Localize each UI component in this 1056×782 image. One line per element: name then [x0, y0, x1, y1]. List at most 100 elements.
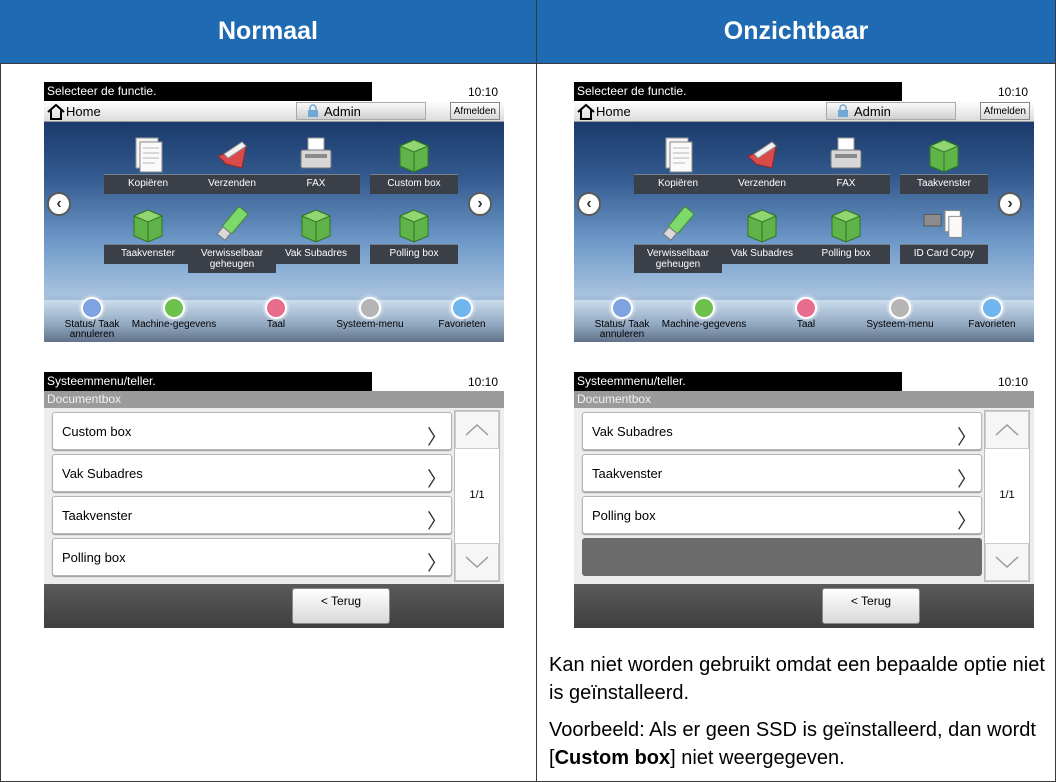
bottom-machine-gegevens-button[interactable]: Machine-gegevens: [128, 297, 220, 342]
user-name: Admin: [854, 103, 891, 119]
footer-bar: < Terug: [44, 584, 504, 628]
bottom-favorieten-button[interactable]: Favorieten: [946, 297, 1034, 342]
list-item-vak-subadres[interactable]: Vak Subadres 〉: [582, 412, 982, 450]
list-item-label: Taakvenster: [592, 465, 663, 481]
function-id-card-copy[interactable]: ID Card Copy: [900, 204, 988, 274]
verzenden-icon: [740, 134, 784, 174]
function-kopi-ren[interactable]: Kopiëren: [634, 134, 722, 204]
previous-page-button[interactable]: ‹: [577, 192, 601, 216]
chevron-right-icon: 〉: [427, 427, 447, 449]
list-item-polling-box[interactable]: Polling box 〉: [582, 496, 982, 534]
function-kopi-ren[interactable]: Kopiëren: [104, 134, 192, 204]
function-fax[interactable]: FAX: [272, 134, 360, 204]
scroll-panel: 1/1: [454, 410, 500, 582]
home-button[interactable]: Home: [576, 102, 631, 121]
function-label: Kopiëren: [634, 174, 722, 194]
language-icon: [795, 297, 817, 319]
bottom-machine-gegevens-button[interactable]: Machine-gegevens: [658, 297, 750, 342]
scroll-up-button[interactable]: [985, 411, 1029, 449]
chevron-right-icon: 〉: [957, 511, 977, 533]
bottom-status-taak-annuleren-button[interactable]: Status/ Taak annuleren: [46, 297, 138, 342]
function-taakvenster[interactable]: Taakvenster: [900, 134, 988, 204]
function-verwisselbaar-geheugen[interactable]: Verwisselbaar geheugen: [188, 204, 276, 274]
scroll-up-button[interactable]: [455, 411, 499, 449]
chevron-right-icon: 〉: [957, 427, 977, 449]
list-item-taakvenster[interactable]: Taakvenster 〉: [582, 454, 982, 492]
function-label: Vak Subadres: [718, 244, 806, 264]
chevron-right-icon: 〉: [427, 511, 447, 533]
screen-subtitle: Documentbox: [574, 391, 1034, 408]
function-taakvenster[interactable]: Taakvenster: [104, 204, 192, 274]
clock: 10:10: [997, 375, 1028, 389]
function-label: Verzenden: [718, 174, 806, 194]
function-polling-box[interactable]: Polling box: [370, 204, 458, 274]
screen-subtitle: Documentbox: [44, 391, 504, 408]
logout-button[interactable]: Afmelden: [449, 102, 500, 120]
function-label: Verzenden: [188, 174, 276, 194]
function-area: Kopiëren Verzenden FAX Taakvenster Verwissel…: [574, 122, 1034, 342]
function-verzenden[interactable]: Verzenden: [718, 134, 806, 204]
column-divider: [536, 0, 537, 782]
message-text: Selecteer de functie.: [574, 82, 902, 101]
function-fax[interactable]: FAX: [802, 134, 890, 204]
kopi-ren-icon: [656, 134, 700, 174]
bottom-label: Systeem-menu: [336, 319, 404, 330]
function-custom-box[interactable]: Custom box: [370, 134, 458, 204]
chevron-up-icon: [465, 423, 489, 436]
scroll-down-button[interactable]: [985, 543, 1029, 581]
bottom-label: Machine-gegevens: [661, 319, 747, 330]
function-polling-box[interactable]: Polling box: [802, 204, 890, 274]
home-screen-normal: Selecteer de functie. 10:10 Home Admin A…: [44, 82, 504, 342]
function-vak-subadres[interactable]: Vak Subadres: [718, 204, 806, 274]
machine-info-icon: [163, 297, 185, 319]
home-label: Home: [66, 104, 101, 119]
status-icon: [81, 297, 103, 319]
function-label: Verwisselbaar geheugen: [188, 244, 276, 273]
footer-bar: < Terug: [574, 584, 1034, 628]
function-label: Polling box: [370, 244, 458, 264]
bottom-status-taak-annuleren-button[interactable]: Status/ Taak annuleren: [576, 297, 668, 342]
list-item-polling-box[interactable]: Polling box 〉: [52, 538, 452, 576]
function-vak-subadres[interactable]: Vak Subadres: [272, 204, 360, 274]
next-page-button[interactable]: ›: [468, 192, 492, 216]
bottom-favorieten-button[interactable]: Favorieten: [416, 297, 504, 342]
header-divider: [0, 63, 1056, 64]
bottom-systeem-menu-button[interactable]: Systeem-menu: [854, 297, 946, 342]
bottom-label: Status/ Taak annuleren: [64, 319, 120, 340]
back-button[interactable]: < Terug: [822, 588, 920, 624]
note-example-bold: Custom box: [554, 747, 671, 769]
function-label: FAX: [272, 174, 360, 194]
next-page-button[interactable]: ›: [998, 192, 1022, 216]
list-item-vak-subadres[interactable]: Vak Subadres 〉: [52, 454, 452, 492]
clock: 10:10: [467, 375, 498, 389]
lock-icon: [308, 104, 318, 117]
home-icon: [577, 103, 595, 120]
id-card-copy-icon: [922, 204, 966, 244]
favorites-icon: [981, 297, 1003, 319]
fax-icon: [824, 134, 868, 174]
message-text: Systeemmenu/teller.: [574, 372, 902, 391]
bottom-taal-button[interactable]: Taal: [230, 297, 322, 342]
list-item-label: Polling box: [592, 507, 656, 523]
system-menu-icon: [889, 297, 911, 319]
bottom-taal-button[interactable]: Taal: [760, 297, 852, 342]
list-item-taakvenster[interactable]: Taakvenster 〉: [52, 496, 452, 534]
function-verwisselbaar-geheugen[interactable]: Verwisselbaar geheugen: [634, 204, 722, 274]
bottom-systeem-menu-button[interactable]: Systeem-menu: [324, 297, 416, 342]
bottom-label: Systeem-menu: [866, 319, 934, 330]
empty-list-slot: [582, 538, 982, 576]
nav-bar: Home Admin Afmelden: [44, 101, 504, 122]
function-label: Verwisselbaar geheugen: [634, 244, 722, 273]
scroll-down-button[interactable]: [455, 543, 499, 581]
back-button[interactable]: < Terug: [292, 588, 390, 624]
previous-page-button[interactable]: ‹: [47, 192, 71, 216]
function-verzenden[interactable]: Verzenden: [188, 134, 276, 204]
verwisselbaar-geheugen-icon: [210, 204, 254, 244]
function-label: Kopiëren: [104, 174, 192, 194]
note-unavailable: Kan niet worden gebruikt omdat een bepaa…: [549, 654, 1045, 704]
home-button[interactable]: Home: [46, 102, 101, 121]
taakvenster-icon: [922, 134, 966, 174]
lock-icon: [838, 104, 848, 117]
list-item-custom-box[interactable]: Custom box 〉: [52, 412, 452, 450]
logout-button[interactable]: Afmelden: [979, 102, 1030, 120]
